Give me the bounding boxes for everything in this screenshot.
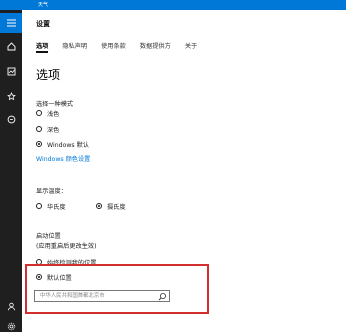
window-titlebar: 天气 — [0, 0, 346, 10]
favorites-icon[interactable] — [0, 86, 22, 106]
settings-gear-icon[interactable] — [0, 316, 22, 336]
temperature-option-fahrenheit-label: 华氏度 — [47, 203, 66, 211]
temperature-option-celsius-label: 摄氏度 — [107, 203, 126, 211]
highlight-box — [25, 264, 209, 314]
location-label: 启动位置 — [36, 233, 61, 240]
tab-terms-of-use[interactable]: 使用条款 — [101, 41, 126, 55]
window-title: 天气 — [38, 2, 49, 8]
mode-option-light-label: 浅色 — [47, 110, 60, 118]
mode-option-dark-label: 深色 — [47, 126, 60, 134]
radio-button-selected[interactable] — [36, 141, 42, 147]
tab-data-providers[interactable]: 数据提供方 — [140, 41, 171, 55]
sidebar — [0, 10, 22, 332]
temperature-label: 显示温度： — [36, 188, 67, 195]
temperature-option-celsius[interactable]: 摄氏度 — [96, 201, 126, 211]
page-header-title: 设置 — [36, 20, 50, 28]
tab-about[interactable]: 关于 — [185, 41, 197, 55]
mode-option-windows-default-label: Windows 默认 — [47, 141, 89, 149]
windows-color-settings-link[interactable]: Windows 颜色设置 — [36, 154, 90, 163]
radio-button[interactable] — [36, 203, 42, 209]
temperature-option-fahrenheit[interactable]: 华氏度 — [36, 201, 66, 211]
mode-option-dark[interactable]: 深色 — [36, 124, 59, 134]
tab-privacy-statement[interactable]: 隐私声明 — [62, 41, 87, 55]
forecast-icon[interactable] — [0, 61, 22, 81]
news-icon[interactable] — [0, 109, 22, 129]
radio-button[interactable] — [36, 126, 42, 132]
mode-option-light[interactable]: 浅色 — [36, 108, 59, 118]
location-sublabel: (应用重启后更改生效) — [36, 243, 97, 250]
mode-label: 选择一种模式 — [36, 101, 74, 108]
account-icon[interactable] — [0, 296, 22, 316]
section-title: 选项 — [36, 68, 61, 82]
tab-options[interactable]: 选项 — [36, 41, 49, 55]
settings-tabs: 选项 隐私声明 使用条款 数据提供方 关于 — [36, 41, 211, 55]
radio-button-selected[interactable] — [96, 203, 102, 209]
home-icon[interactable] — [0, 36, 22, 56]
mode-option-windows-default[interactable]: Windows 默认 — [36, 139, 89, 149]
radio-button[interactable] — [36, 110, 42, 116]
hamburger-menu-icon[interactable] — [0, 13, 22, 33]
